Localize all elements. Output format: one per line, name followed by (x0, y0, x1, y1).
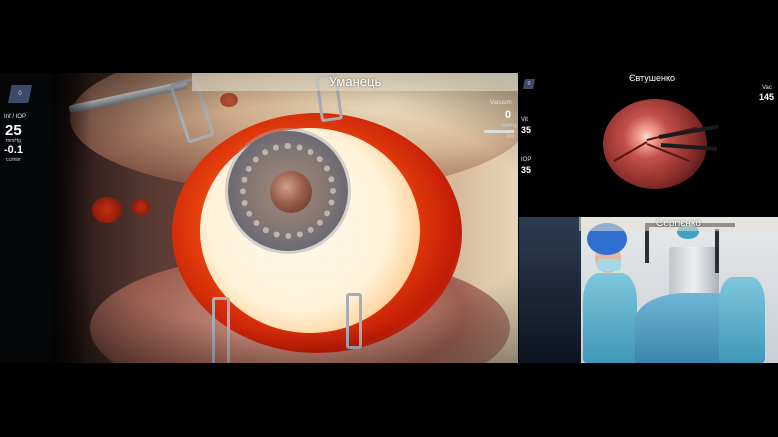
iop-label: IOP (521, 157, 532, 163)
device-logo: 0 (523, 79, 535, 89)
vacuum-label: Vacuum (490, 100, 512, 106)
surgeon-gown (719, 277, 765, 363)
surgeon-name-bar: Уманець (192, 73, 518, 91)
vit-label: Vit (521, 117, 528, 123)
infusion-value: 25 (5, 122, 22, 139)
vacuum-max: 200 (506, 134, 515, 140)
vacuum-unit: mmHg (502, 123, 517, 129)
room-left-area (519, 217, 581, 363)
surgeon-name-label: Євтушенко (628, 73, 675, 83)
vac-value: 145 (759, 92, 775, 102)
flow-value: -0.1 (4, 144, 23, 156)
operating-room-feed[interactable]: Сергієнко (519, 217, 778, 363)
surgeon-gown (583, 273, 637, 363)
iop-value: 35 (521, 165, 532, 175)
vit-value: 35 (521, 125, 532, 135)
main-surgical-feed[interactable]: 0 Inf / IOP 25 mmHg -0.1 cc/min Vacuum 0… (0, 73, 518, 363)
vac-label: Vac (762, 85, 772, 91)
vacuum-value: 0 (505, 109, 512, 121)
surgical-mask (597, 259, 621, 271)
infusion-label: Inf / IOP (4, 114, 27, 120)
microscope-arm (715, 229, 719, 273)
fundus-feed[interactable]: 0 Vit 35 IOP 35 Vac 145 Євтушенко (519, 73, 778, 217)
panel-shade (52, 73, 92, 363)
retina-view (603, 99, 707, 189)
surgeon-name-bar: Сергієнко (579, 217, 778, 231)
device-logo: 0 (8, 85, 32, 103)
flow-unit: cc/min (6, 157, 21, 163)
vacuum-bar (484, 130, 514, 133)
